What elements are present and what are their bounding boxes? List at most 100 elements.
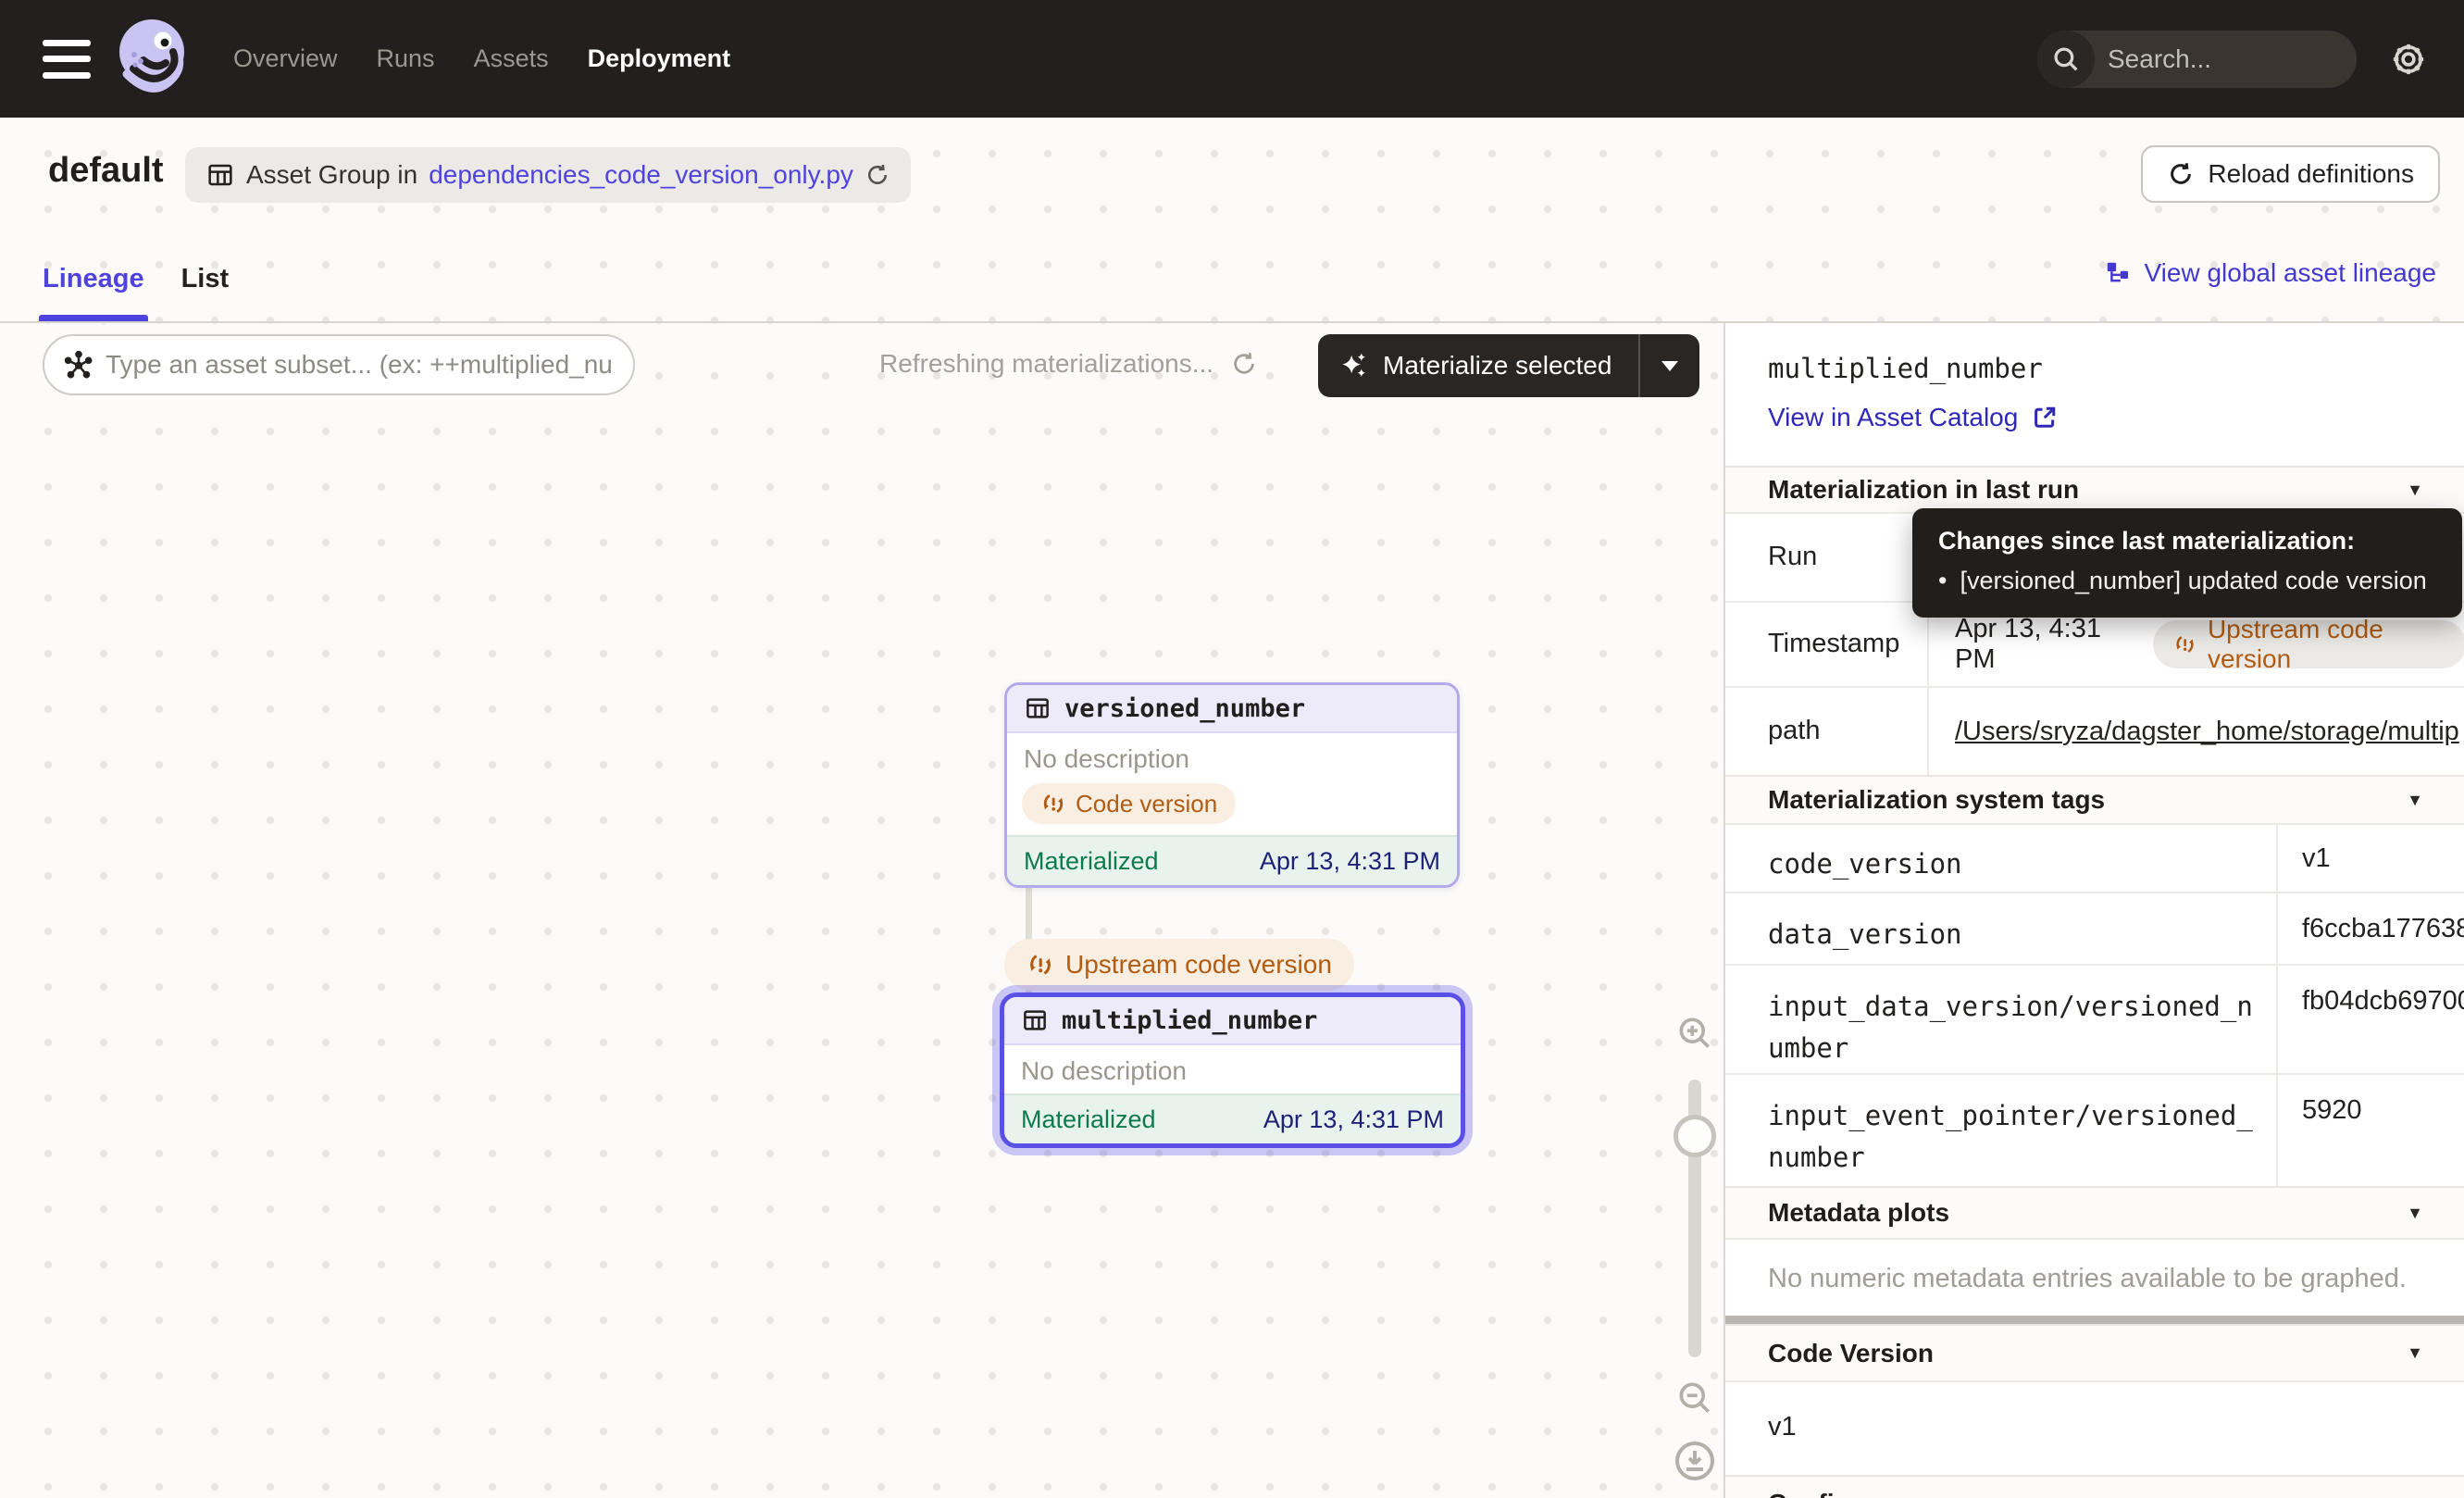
code-version-value: v1 [1725, 1380, 2464, 1475]
bullet: • [1938, 567, 1947, 595]
timestamp-value[interactable]: Apr 13, 4:31 PM [1955, 614, 2129, 675]
tag-value: fb04dcb69700 [2276, 966, 2464, 1073]
row-path: path /Users/sryza/dagster_home/storage/m… [1725, 686, 2464, 775]
section-label: Materialization in last run [1768, 475, 2079, 505]
global-search[interactable]: / [2037, 31, 2357, 88]
asset-node-multiplied-number[interactable]: multiplied_number No description Materia… [1000, 992, 1465, 1148]
collapse-caret-icon[interactable]: ▼ [2407, 1204, 2423, 1223]
tag-value: v1 [2276, 825, 2464, 892]
collapse-caret-icon[interactable]: ▼ [2407, 481, 2423, 500]
download-image-icon[interactable] [1673, 1439, 1717, 1483]
canvas-zoom-controls [1669, 1013, 1721, 1483]
search-icon [2037, 31, 2095, 88]
row-label: Timestamp [1725, 603, 1927, 686]
asset-node-description: No description [1004, 1045, 1461, 1093]
materialize-selected-button[interactable]: Materialize selected [1318, 334, 1699, 397]
view-in-asset-catalog-label: View in Asset Catalog [1768, 403, 2018, 432]
tag-value: 5920 [2276, 1075, 2464, 1186]
materialized-status: Materialized [1021, 1105, 1156, 1134]
section-label: Config [1768, 1489, 1850, 1498]
table-grid-icon [1024, 694, 1052, 722]
collapse-caret-icon[interactable]: ▼ [2407, 1343, 2423, 1363]
tag-row: data_version f6ccba177638 [1725, 892, 2464, 964]
sparkles-icon [1338, 350, 1370, 381]
tag-row: code_version v1 [1725, 823, 2464, 892]
tag-key: input_data_version/versioned_number [1725, 966, 2276, 1073]
dagster-app: Overview Runs Assets Deployment / [0, 0, 2464, 1498]
metadata-empty-note: No numeric metadata entries available to… [1725, 1238, 2464, 1316]
lineage-canvas[interactable]: Refreshing materializations... Materiali… [0, 323, 1724, 1498]
dagster-logo-icon[interactable] [115, 17, 194, 102]
reload-icon [2167, 160, 2195, 188]
materialize-selected-label: Materialize selected [1383, 351, 1612, 381]
view-global-asset-lineage-link[interactable]: View global asset lineage [2104, 258, 2436, 288]
tag-row: input_data_version/versioned_number fb04… [1725, 964, 2464, 1073]
nav-right: / [2037, 31, 2464, 88]
code-version-badge[interactable]: Code version [1022, 783, 1236, 824]
tag-value: f6ccba177638 [2276, 893, 2464, 964]
hamburger-menu-icon[interactable] [43, 40, 91, 79]
upstream-code-version-label: Upstream code version [1065, 950, 1332, 980]
panel-splitter-handle[interactable] [1725, 1316, 2464, 1324]
sync-alert-icon [1040, 791, 1066, 817]
upstream-code-version-badge[interactable]: Upstream code version [2153, 620, 2464, 668]
changes-tooltip: Changes since last materialization: • [v… [1912, 508, 2462, 618]
nav-item-runs[interactable]: Runs [377, 44, 435, 73]
sync-alert-icon [1027, 951, 1054, 979]
reload-definitions-label: Reload definitions [2208, 159, 2414, 189]
reload-definitions-button[interactable]: Reload definitions [2141, 145, 2440, 203]
table-grid-icon [1021, 1006, 1049, 1034]
refresh-icon[interactable] [1230, 350, 1258, 378]
asset-group-file-link[interactable]: dependencies_code_version_only.py [429, 160, 853, 190]
tag-row: input_event_pointer/versioned_number 592… [1725, 1073, 2464, 1186]
nav-item-overview[interactable]: Overview [233, 44, 338, 73]
asset-subset-filter[interactable] [43, 334, 635, 395]
tooltip-item: [versioned_number] updated code version [1960, 567, 2426, 595]
tag-key: input_event_pointer/versioned_number [1725, 1075, 2276, 1186]
tab-lineage[interactable]: Lineage [43, 236, 144, 321]
section-metadata-plots[interactable]: Metadata plots ▼ [1725, 1186, 2464, 1238]
refreshing-status: Refreshing materializations... [879, 349, 1258, 379]
nav-item-assets[interactable]: Assets [474, 44, 549, 73]
nav-item-deployment[interactable]: Deployment [588, 44, 731, 73]
zoom-out-icon[interactable] [1674, 1378, 1715, 1418]
view-in-asset-catalog-link[interactable]: View in Asset Catalog [1768, 403, 2059, 432]
code-version-badge-label: Code version [1076, 790, 1217, 818]
section-code-version[interactable]: Code Version ▼ [1725, 1324, 2464, 1380]
section-label: Code Version [1768, 1339, 1934, 1368]
section-label: Metadata plots [1768, 1198, 1949, 1228]
tag-key: data_version [1725, 893, 2276, 964]
refresh-icon[interactable] [865, 162, 890, 188]
section-materialization-last-run[interactable]: Materialization in last run ▼ [1725, 466, 2464, 512]
asset-node-description: No description [1007, 733, 1457, 781]
asset-node-name: multiplied_number [1062, 1006, 1317, 1035]
zoom-in-icon[interactable] [1674, 1013, 1715, 1054]
page-header: default Asset Group in dependencies_code… [0, 118, 2464, 236]
asset-node-versioned-number[interactable]: versioned_number No description Code ver… [1004, 682, 1460, 888]
asset-subset-input[interactable] [106, 350, 615, 380]
path-link[interactable]: /Users/sryza/dagster_home/storage/multip [1955, 717, 2459, 747]
collapse-caret-icon[interactable]: ▼ [2407, 791, 2423, 810]
materialized-timestamp[interactable]: Apr 13, 4:31 PM [1260, 847, 1440, 876]
materialized-timestamp[interactable]: Apr 13, 4:31 PM [1263, 1105, 1444, 1134]
zoom-slider-handle[interactable] [1674, 1115, 1716, 1157]
materialize-options-dropdown[interactable] [1640, 361, 1699, 371]
search-input[interactable] [2095, 44, 2357, 74]
tooltip-title: Changes since last materialization: [1938, 527, 2436, 556]
chevron-down-icon [1661, 361, 1678, 371]
badge-label: Upstream code version [2208, 615, 2445, 674]
tab-list[interactable]: List [181, 236, 230, 321]
zoom-slider[interactable] [1688, 1080, 1701, 1357]
gear-icon[interactable] [2388, 39, 2429, 80]
asset-group-label: Asset Group in [246, 160, 417, 190]
asset-sidebar: multiplied_number View in Asset Catalog … [1724, 323, 2464, 1498]
asset-node-name: versioned_number [1064, 694, 1305, 723]
sidebar-asset-name: multiplied_number [1768, 353, 2043, 384]
section-materialization-system-tags[interactable]: Materialization system tags ▼ [1725, 775, 2464, 823]
row-label: Run [1725, 514, 1927, 601]
tab-bar: Lineage List View global asset lineage [0, 236, 2464, 323]
upstream-code-version-badge[interactable]: Upstream code version [1004, 939, 1354, 991]
asset-graph-icon [63, 349, 94, 381]
row-label: path [1725, 688, 1927, 775]
section-config[interactable]: Config [1725, 1475, 2464, 1498]
